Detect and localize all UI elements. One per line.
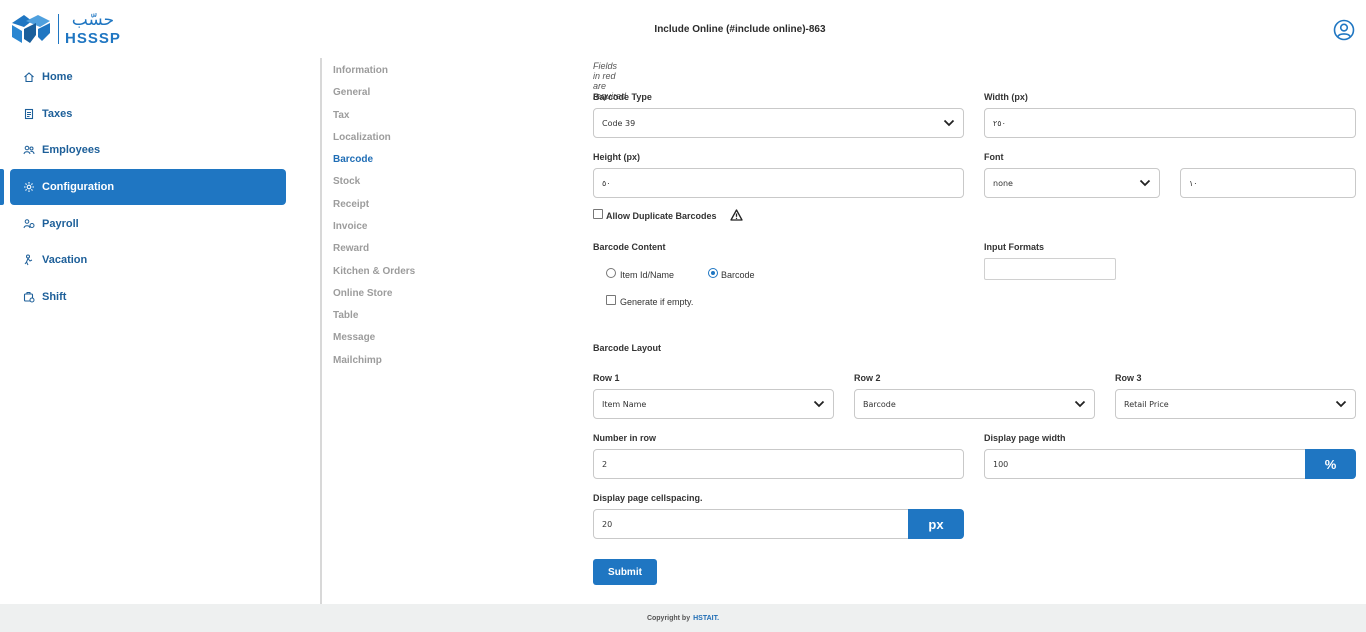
height-input[interactable]: ٥٠ bbox=[593, 168, 964, 198]
cellspacing-input[interactable]: 20 bbox=[593, 509, 909, 539]
chevron-down-icon bbox=[943, 119, 955, 127]
number-in-row-value: 2 bbox=[602, 459, 608, 469]
subnav-item-information[interactable]: Information bbox=[333, 65, 388, 76]
width-label: Width (px) bbox=[984, 92, 1028, 102]
cellspacing-value: 20 bbox=[602, 519, 613, 529]
allow-duplicate-label: Allow Duplicate Barcodes bbox=[606, 211, 717, 221]
sidebar-item-label: Payroll bbox=[42, 218, 79, 230]
subnav-divider bbox=[320, 58, 322, 604]
row3-select[interactable]: Retail Price bbox=[1115, 389, 1356, 419]
chevron-down-icon bbox=[1335, 400, 1347, 408]
gear-icon bbox=[24, 182, 34, 192]
subnav-item-receipt[interactable]: Receipt bbox=[333, 199, 369, 210]
font-select[interactable]: none bbox=[984, 168, 1160, 198]
font-label: Font bbox=[984, 152, 1004, 162]
sidebar-item-payroll[interactable]: Payroll bbox=[10, 206, 286, 242]
subnav-item-message[interactable]: Message bbox=[333, 332, 375, 343]
barcode-layout-title: Barcode Layout bbox=[593, 343, 662, 353]
row2-value: Barcode bbox=[863, 399, 896, 409]
vacation-icon bbox=[24, 254, 33, 266]
row2-label: Row 2 bbox=[854, 373, 881, 383]
sidebar-item-label: Home bbox=[42, 71, 73, 83]
subnav-item-tax[interactable]: Tax bbox=[333, 110, 350, 121]
number-in-row-label: Number in row bbox=[593, 433, 657, 443]
number-in-row-input[interactable]: 2 bbox=[593, 449, 964, 479]
subnav-item-kitchen-orders[interactable]: Kitchen & Orders bbox=[333, 266, 415, 277]
subnav-item-mailchimp[interactable]: Mailchimp bbox=[333, 355, 382, 366]
radio-barcode-label: Barcode bbox=[721, 270, 755, 280]
subnav-item-table[interactable]: Table bbox=[333, 310, 358, 321]
font-size-input[interactable]: ١٠ bbox=[1180, 168, 1356, 198]
sidebar-item-label: Employees bbox=[42, 144, 101, 156]
top-bar: حسّب HSSSP Include Online (#include onli… bbox=[0, 0, 1366, 58]
sidebar-item-taxes[interactable]: Taxes bbox=[10, 96, 286, 132]
subnav-item-general[interactable]: General bbox=[333, 87, 370, 98]
receipt-icon bbox=[24, 108, 34, 120]
height-value: ٥٠ bbox=[602, 178, 611, 188]
cellspacing-label: Display page cellspacing. bbox=[593, 493, 703, 503]
sidebar-item-configuration[interactable]: Configuration bbox=[10, 169, 286, 205]
barcode-content-label: Barcode Content bbox=[593, 242, 666, 252]
page-width-value: 100 bbox=[993, 459, 1009, 469]
barcode-type-select[interactable]: Code 39 bbox=[593, 108, 964, 138]
active-marker bbox=[0, 169, 4, 205]
shift-icon bbox=[23, 292, 35, 303]
chevron-down-icon bbox=[1139, 179, 1151, 187]
font-value: none bbox=[993, 178, 1013, 188]
sidebar-item-employees[interactable]: Employees bbox=[10, 132, 286, 168]
footer-brand-link[interactable]: HSTAIT. bbox=[693, 615, 719, 622]
subnav-item-invoice[interactable]: Invoice bbox=[333, 221, 367, 232]
row3-label: Row 3 bbox=[1115, 373, 1142, 383]
allow-duplicate-checkbox[interactable] bbox=[593, 209, 603, 219]
percent-addon: % bbox=[1305, 449, 1356, 479]
sidebar-item-label: Vacation bbox=[42, 254, 88, 266]
row1-value: Item Name bbox=[602, 399, 647, 409]
footer: Copyright by HSTAIT. bbox=[0, 604, 1366, 632]
input-formats-label: Input Formats bbox=[984, 242, 1044, 252]
warning-icon bbox=[730, 209, 743, 221]
radio-barcode[interactable] bbox=[708, 268, 718, 278]
generate-if-empty-label: Generate if empty. bbox=[620, 297, 694, 307]
barcode-type-value: Code 39 bbox=[602, 118, 636, 128]
width-value: ٢٥٠ bbox=[993, 118, 1006, 128]
payroll-icon bbox=[23, 219, 35, 229]
radio-item-id-name[interactable] bbox=[606, 268, 616, 278]
page-width-input[interactable]: 100 bbox=[984, 449, 1306, 479]
row1-label: Row 1 bbox=[593, 373, 620, 383]
barcode-type-label: Barcode Type bbox=[593, 92, 652, 102]
sidebar-item-label: Configuration bbox=[42, 181, 115, 193]
sidebar-item-label: Shift bbox=[42, 291, 67, 303]
height-label: Height (px) bbox=[593, 152, 640, 162]
chevron-down-icon bbox=[813, 400, 825, 408]
subnav-item-localization[interactable]: Localization bbox=[333, 132, 391, 143]
width-input[interactable]: ٢٥٠ bbox=[984, 108, 1356, 138]
row3-value: Retail Price bbox=[1124, 399, 1169, 409]
sidebar-item-vacation[interactable]: Vacation bbox=[10, 242, 286, 278]
footer-text: Copyright by bbox=[646, 614, 691, 622]
users-icon bbox=[23, 145, 35, 155]
subnav-item-online-store[interactable]: Online Store bbox=[333, 288, 392, 299]
input-formats-input[interactable] bbox=[984, 258, 1116, 280]
sidebar-item-shift[interactable]: Shift bbox=[10, 279, 286, 315]
chevron-down-icon bbox=[1074, 400, 1086, 408]
row1-select[interactable]: Item Name bbox=[593, 389, 834, 419]
subnav-item-stock[interactable]: Stock bbox=[333, 176, 360, 187]
subnav-item-reward[interactable]: Reward bbox=[333, 243, 369, 254]
sidebar-item-label: Taxes bbox=[42, 108, 73, 120]
home-icon bbox=[24, 72, 34, 83]
sidebar-item-home[interactable]: Home bbox=[10, 59, 286, 95]
radio-item-id-name-label: Item Id/Name bbox=[620, 270, 675, 280]
row2-select[interactable]: Barcode bbox=[854, 389, 1095, 419]
user-profile-icon[interactable] bbox=[1333, 19, 1355, 41]
page-width-label: Display page width bbox=[984, 433, 1066, 443]
px-addon: px bbox=[908, 509, 964, 539]
page-title: Include Online (#include online)-863 bbox=[654, 24, 826, 35]
submit-button[interactable]: Submit bbox=[593, 559, 657, 585]
generate-if-empty-checkbox[interactable] bbox=[606, 295, 616, 305]
subnav-item-barcode[interactable]: Barcode bbox=[333, 154, 373, 165]
font-size-value: ١٠ bbox=[1189, 178, 1198, 188]
